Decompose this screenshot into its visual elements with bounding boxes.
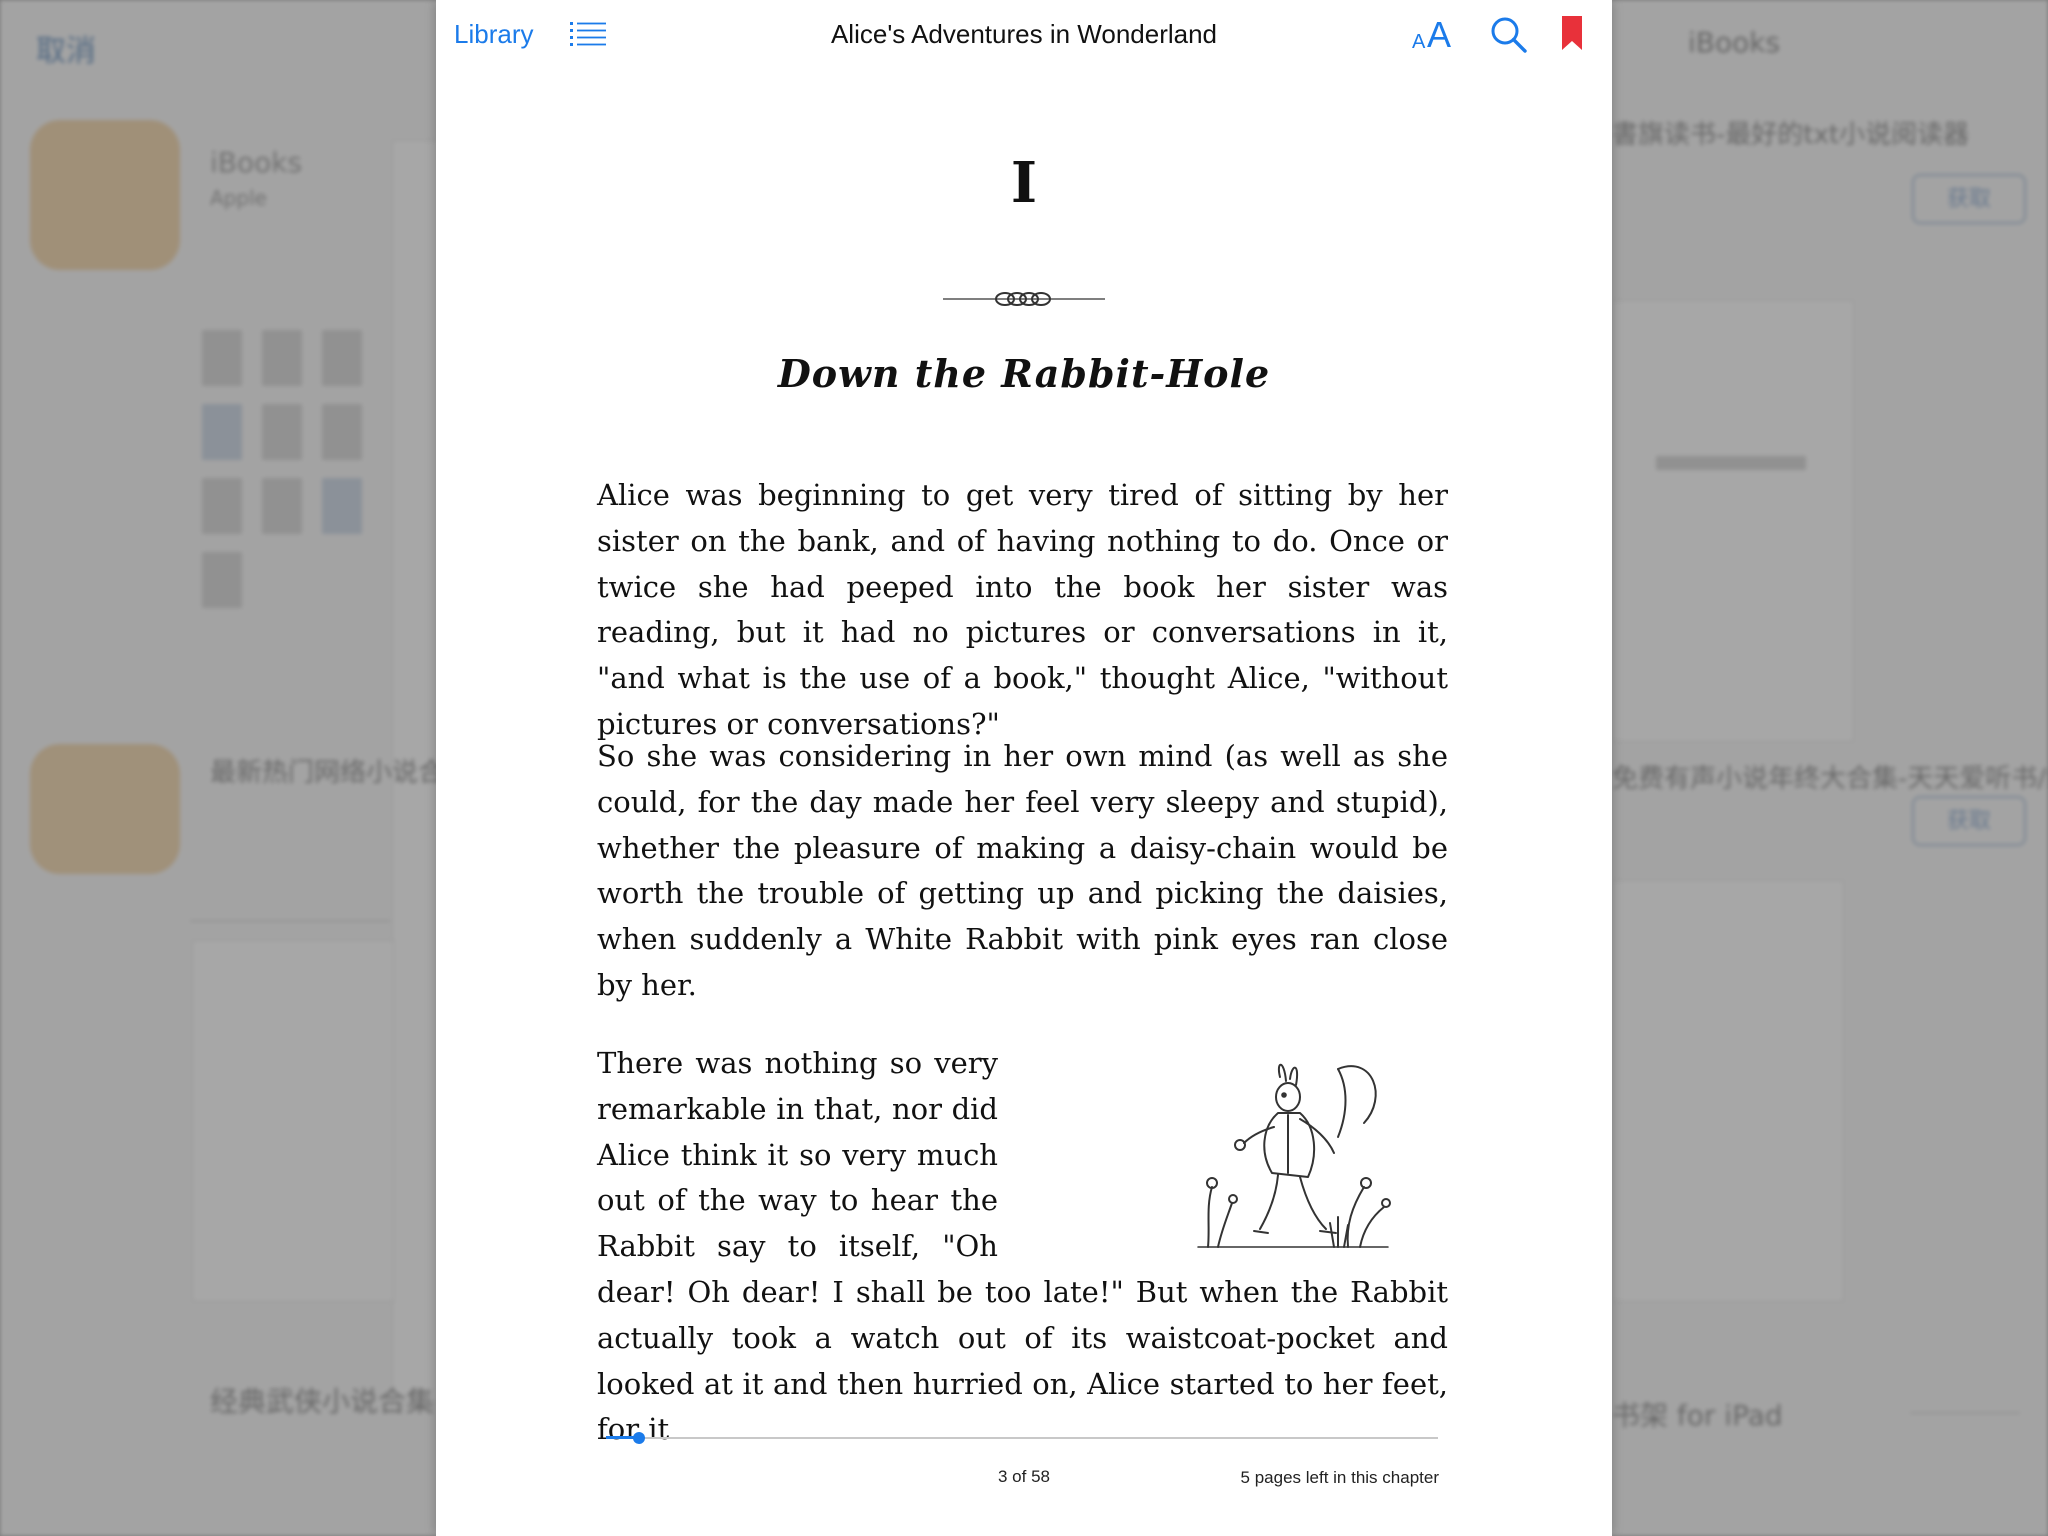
- list-icon: [570, 22, 606, 46]
- search-button[interactable]: [1490, 16, 1528, 54]
- font-size-icon-large: A: [1427, 14, 1452, 55]
- pages-left-in-chapter: 5 pages left in this chapter: [1240, 1468, 1439, 1487]
- table-of-contents-button[interactable]: [570, 20, 606, 50]
- page-progress-slider[interactable]: [606, 1430, 1438, 1446]
- reader-toolbar: Library Alice's Adventures in Wonderland…: [436, 0, 1612, 70]
- font-size-icon-small: A: [1412, 31, 1426, 53]
- ornament-divider: [943, 292, 1105, 306]
- white-rabbit-illustration: [1197, 1063, 1391, 1248]
- progress-track: [606, 1437, 1438, 1439]
- search-icon: [1491, 17, 1527, 53]
- font-size-button[interactable]: A A: [1412, 12, 1458, 56]
- paragraph: So she was considering in her own mind (…: [597, 739, 1448, 1002]
- progress-knob[interactable]: [633, 1432, 646, 1444]
- book-reader: Library Alice's Adventures in Wonderland…: [436, 0, 1612, 1536]
- paragraph: Alice was beginning to get very tired of…: [597, 478, 1448, 741]
- library-button[interactable]: Library: [454, 16, 533, 52]
- chapter-number: I: [1010, 150, 1038, 216]
- bookmark-icon: [1562, 16, 1582, 50]
- bookmark-button[interactable]: [1560, 16, 1584, 52]
- chapter-title: Down the Rabbit-Hole: [777, 351, 1271, 396]
- illustration-container: [1018, 1041, 1448, 1257]
- paragraph-with-illustration: There was nothing so very remarkable in …: [597, 1041, 1448, 1453]
